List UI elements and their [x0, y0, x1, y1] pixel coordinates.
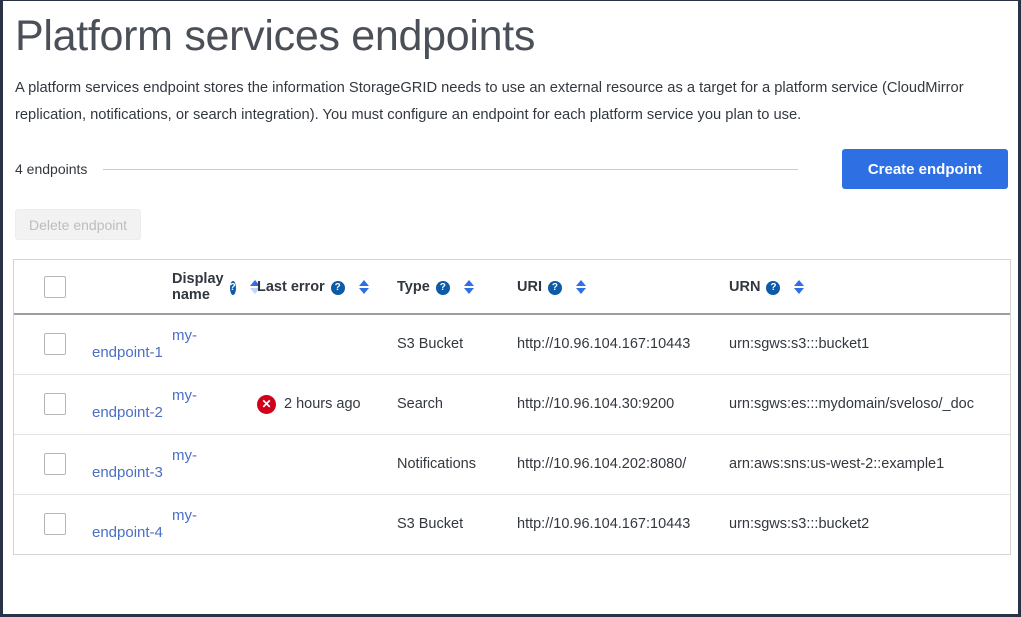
- row-checkbox[interactable]: [44, 513, 66, 535]
- uri-text: http://10.96.104.167:10443: [517, 336, 690, 352]
- type-text: S3 Bucket: [397, 336, 463, 352]
- urn-sort-arrows-icon[interactable]: [794, 280, 804, 294]
- cell-uri: http://10.96.104.167:10443: [517, 494, 729, 554]
- cell-uri: http://10.96.104.30:9200: [517, 374, 729, 434]
- type-sort-arrows-icon[interactable]: [464, 280, 474, 294]
- endpoint-link[interactable]: my-endpoint-2: [92, 387, 197, 421]
- row-select-cell: [14, 374, 92, 434]
- urn-text: urn:sgws:es:::mydomain/sveloso/_doc: [729, 396, 974, 412]
- type-text: Search: [397, 396, 443, 412]
- row-select-cell: [14, 494, 92, 554]
- last-error-text: 2 hours ago: [284, 396, 361, 412]
- column-label-uri: URI: [517, 279, 542, 295]
- uri-text: http://10.96.104.167:10443: [517, 516, 690, 532]
- type-help-icon[interactable]: ?: [436, 281, 450, 295]
- uri-sort-arrows-icon[interactable]: [576, 280, 586, 294]
- urn-help-icon[interactable]: ?: [766, 281, 780, 295]
- cell-display-name: my-endpoint-1: [92, 314, 257, 374]
- cell-type: Search: [397, 374, 517, 434]
- column-label-last-error: Last error: [257, 279, 325, 295]
- column-label-type: Type: [397, 279, 430, 295]
- cell-type: S3 Bucket: [397, 494, 517, 554]
- cell-type: S3 Bucket: [397, 314, 517, 374]
- toolbar: 4 endpoints Create endpoint: [13, 147, 1008, 191]
- table-body: my-endpoint-1 S3 Bucket http://10.96.104…: [14, 314, 1010, 554]
- column-label-display-name: Display name: [172, 271, 224, 303]
- endpoints-table: Display name ? Last error ?: [14, 260, 1010, 554]
- table-header: Display name ? Last error ?: [14, 260, 1010, 314]
- row-checkbox[interactable]: [44, 453, 66, 475]
- platform-services-endpoints-page: Platform services endpoints A platform s…: [0, 0, 1021, 617]
- cell-last-error: [257, 494, 397, 554]
- cell-uri: http://10.96.104.202:8080/: [517, 434, 729, 494]
- urn-text: arn:aws:sns:us-west-2::example1: [729, 456, 944, 472]
- endpoint-count-label: 4 endpoints: [15, 161, 87, 177]
- row-select-cell: [14, 314, 92, 374]
- column-header-uri[interactable]: URI ?: [517, 260, 729, 314]
- uri-help-icon[interactable]: ?: [548, 281, 562, 295]
- delete-endpoint-button[interactable]: Delete endpoint: [15, 209, 141, 240]
- column-header-display-name[interactable]: Display name ?: [92, 260, 257, 314]
- row-checkbox[interactable]: [44, 393, 66, 415]
- cell-display-name: my-endpoint-4: [92, 494, 257, 554]
- select-all-header: [14, 260, 92, 314]
- table-row[interactable]: my-endpoint-4 S3 Bucket http://10.96.104…: [14, 494, 1010, 554]
- table-header-row: Display name ? Last error ?: [14, 260, 1010, 314]
- cell-last-error: [257, 434, 397, 494]
- row-checkbox[interactable]: [44, 333, 66, 355]
- toolbar-divider: [103, 169, 798, 170]
- cell-display-name: my-endpoint-3: [92, 434, 257, 494]
- row-select-cell: [14, 434, 92, 494]
- display-name-help-icon[interactable]: ?: [230, 281, 236, 295]
- endpoint-link[interactable]: my-endpoint-3: [92, 447, 197, 481]
- last-error-sort-arrows-icon[interactable]: [359, 280, 369, 294]
- table-row[interactable]: my-endpoint-1 S3 Bucket http://10.96.104…: [14, 314, 1010, 374]
- create-endpoint-button[interactable]: Create endpoint: [842, 149, 1008, 189]
- endpoints-table-container: Display name ? Last error ?: [13, 259, 1011, 555]
- column-label-urn: URN: [729, 279, 760, 295]
- last-error-help-icon[interactable]: ?: [331, 281, 345, 295]
- column-header-urn[interactable]: URN ?: [729, 260, 1010, 314]
- page-title: Platform services endpoints: [15, 5, 1008, 67]
- urn-text: urn:sgws:s3:::bucket1: [729, 336, 869, 352]
- uri-text: http://10.96.104.30:9200: [517, 396, 674, 412]
- urn-text: urn:sgws:s3:::bucket2: [729, 516, 869, 532]
- column-header-type[interactable]: Type ?: [397, 260, 517, 314]
- cell-type: Notifications: [397, 434, 517, 494]
- page-description: A platform services endpoint stores the …: [15, 75, 1010, 129]
- cell-urn: arn:aws:sns:us-west-2::example1: [729, 434, 1010, 494]
- table-row[interactable]: my-endpoint-2 ✕ 2 hours ago Search http:…: [14, 374, 1010, 434]
- cell-last-error: [257, 314, 397, 374]
- cell-last-error: ✕ 2 hours ago: [257, 374, 397, 434]
- error-icon: ✕: [257, 395, 276, 414]
- cell-display-name: my-endpoint-2: [92, 374, 257, 434]
- uri-text: http://10.96.104.202:8080/: [517, 456, 686, 472]
- table-row[interactable]: my-endpoint-3 Notifications http://10.96…: [14, 434, 1010, 494]
- column-header-last-error[interactable]: Last error ?: [257, 260, 397, 314]
- type-text: S3 Bucket: [397, 516, 463, 532]
- endpoint-link[interactable]: my-endpoint-4: [92, 507, 197, 541]
- cell-uri: http://10.96.104.167:10443: [517, 314, 729, 374]
- cell-urn: urn:sgws:s3:::bucket1: [729, 314, 1010, 374]
- delete-endpoint-row: Delete endpoint: [13, 209, 1008, 239]
- cell-urn: urn:sgws:es:::mydomain/sveloso/_doc: [729, 374, 1010, 434]
- select-all-checkbox[interactable]: [44, 276, 66, 298]
- cell-urn: urn:sgws:s3:::bucket2: [729, 494, 1010, 554]
- endpoint-link[interactable]: my-endpoint-1: [92, 327, 197, 361]
- type-text: Notifications: [397, 456, 476, 472]
